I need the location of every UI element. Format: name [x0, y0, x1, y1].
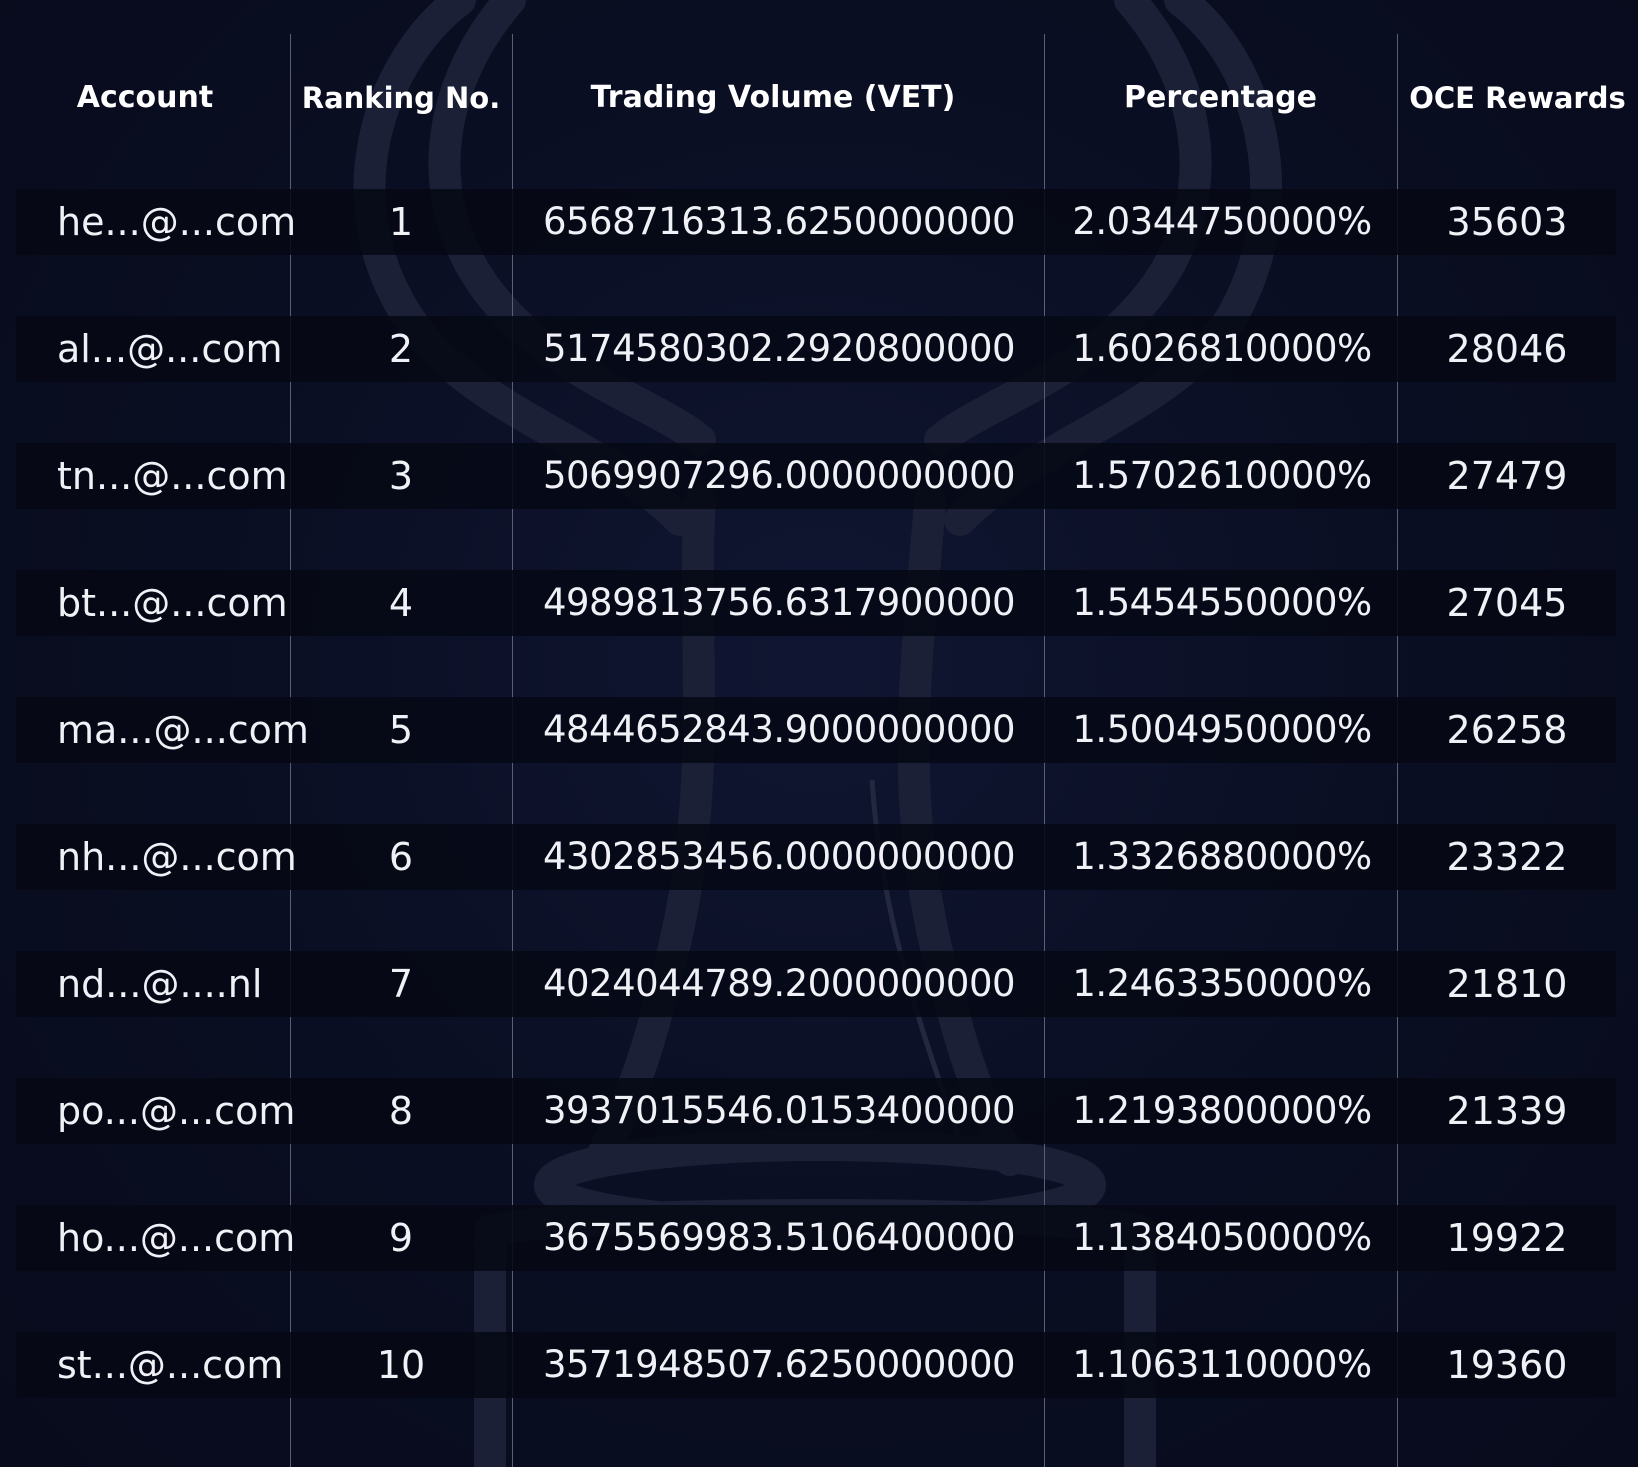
account-cell: bt...@...com — [57, 581, 288, 625]
table-row: nd...@....nl 7 4024044789.2000000000 1.2… — [16, 951, 1616, 1017]
volume-cell: 5174580302.2920800000 — [542, 327, 1016, 370]
account-cell: st...@...com — [57, 1343, 284, 1387]
column-header-rewards: OCE Rewards — [1409, 81, 1626, 115]
rank-cell: 7 — [388, 962, 414, 1006]
volume-cell: 6568716313.6250000000 — [542, 200, 1016, 243]
reward-cell: 19360 — [1446, 1343, 1568, 1387]
percentage-cell: 1.1063110000% — [1072, 1343, 1372, 1386]
account-cell: nd...@....nl — [57, 962, 263, 1006]
account-cell: he...@...com — [57, 200, 297, 244]
reward-cell: 27045 — [1446, 581, 1568, 625]
reward-cell: 21810 — [1446, 962, 1568, 1006]
rank-cell: 6 — [388, 835, 414, 879]
account-cell: nh...@...com — [57, 835, 297, 879]
volume-cell: 4024044789.2000000000 — [542, 962, 1016, 1005]
rank-cell: 5 — [388, 708, 414, 752]
percentage-cell: 1.3326880000% — [1072, 835, 1372, 878]
table-row: al...@...com 2 5174580302.2920800000 1.6… — [16, 316, 1616, 382]
volume-cell: 5069907296.0000000000 — [542, 454, 1016, 497]
volume-cell: 4302853456.0000000000 — [542, 835, 1016, 878]
table-row: tn...@...com 3 5069907296.0000000000 1.5… — [16, 443, 1616, 509]
percentage-cell: 1.5454550000% — [1072, 581, 1372, 624]
table-row: nh...@...com 6 4302853456.0000000000 1.3… — [16, 824, 1616, 890]
account-cell: ho...@...com — [57, 1216, 296, 1260]
percentage-cell: 1.2463350000% — [1072, 962, 1372, 1005]
account-cell: al...@...com — [57, 327, 283, 371]
reward-cell: 23322 — [1446, 835, 1568, 879]
column-header-trading-volume: Trading Volume (VET) — [590, 80, 956, 115]
rank-cell: 10 — [376, 1343, 426, 1387]
reward-cell: 28046 — [1446, 327, 1568, 371]
reward-cell: 35603 — [1446, 200, 1568, 244]
table-row: he...@...com 1 6568716313.6250000000 2.0… — [16, 189, 1616, 255]
percentage-cell: 1.1384050000% — [1072, 1216, 1372, 1259]
table-row: bt...@...com 4 4989813756.6317900000 1.5… — [16, 570, 1616, 636]
rank-cell: 3 — [388, 454, 414, 498]
rank-cell: 8 — [388, 1089, 414, 1133]
table-header: Account Ranking No. Trading Volume (VET)… — [0, 76, 1638, 120]
rank-cell: 2 — [388, 327, 414, 371]
account-cell: po...@...com — [57, 1089, 296, 1133]
volume-cell: 3571948507.6250000000 — [542, 1343, 1016, 1386]
account-cell: tn...@...com — [57, 454, 288, 498]
table-row: st...@...com 10 3571948507.6250000000 1.… — [16, 1332, 1616, 1398]
percentage-cell: 2.0344750000% — [1072, 200, 1372, 243]
reward-cell: 19922 — [1446, 1216, 1568, 1260]
volume-cell: 3675569983.5106400000 — [542, 1216, 1016, 1259]
column-header-percentage: Percentage — [1123, 80, 1318, 115]
table-row: ma...@...com 5 4844652843.9000000000 1.5… — [16, 697, 1616, 763]
percentage-cell: 1.5702610000% — [1072, 454, 1372, 497]
reward-cell: 26258 — [1446, 708, 1568, 752]
rank-cell: 4 — [388, 581, 414, 625]
percentage-cell: 1.2193800000% — [1072, 1089, 1372, 1132]
volume-cell: 4989813756.6317900000 — [542, 581, 1016, 624]
reward-cell: 21339 — [1446, 1089, 1568, 1133]
reward-cell: 27479 — [1446, 454, 1568, 498]
column-header-ranking: Ranking No. — [301, 81, 501, 115]
rank-cell: 9 — [388, 1216, 414, 1260]
table-row: ho...@...com 9 3675569983.5106400000 1.1… — [16, 1205, 1616, 1271]
account-cell: ma...@...com — [57, 708, 309, 752]
leaderboard-page: Account Ranking No. Trading Volume (VET)… — [0, 0, 1638, 1467]
percentage-cell: 1.5004950000% — [1072, 708, 1372, 751]
volume-cell: 3937015546.0153400000 — [542, 1089, 1016, 1132]
table-row: po...@...com 8 3937015546.0153400000 1.2… — [16, 1078, 1616, 1144]
volume-cell: 4844652843.9000000000 — [542, 708, 1016, 751]
rank-cell: 1 — [388, 200, 414, 244]
column-header-account: Account — [76, 80, 214, 115]
percentage-cell: 1.6026810000% — [1072, 327, 1372, 370]
